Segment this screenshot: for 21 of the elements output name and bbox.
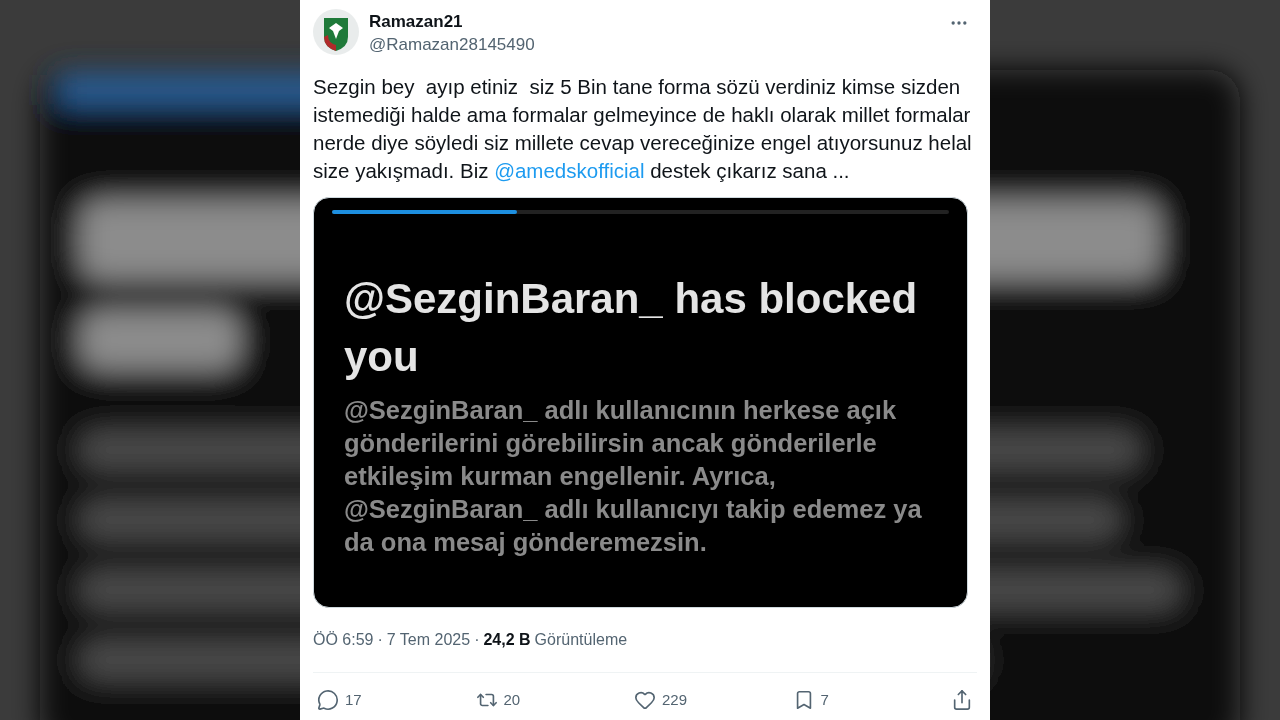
views-label: Görüntüleme	[534, 630, 628, 650]
post-time[interactable]: ÖÖ 6:59	[313, 628, 374, 652]
reply-icon	[317, 689, 339, 712]
blocked-description: @SezginBaran_ adlı kullanıcının herkese açık gönderilerini görebilirsin ancak gönderilerle etkileşim kurman engellenir. Ayrıca, @SezginBaran_ adlı kullanıcıyı takip edemez ya da ona mesaj gönderemezsin.	[344, 395, 923, 558]
like-button[interactable]: 229	[634, 689, 694, 712]
separator-dot: ·	[474, 630, 480, 650]
post-date[interactable]: 7 Tem 2025	[386, 628, 471, 652]
share-button[interactable]	[951, 689, 973, 712]
blocked-heading: @SezginBaran_ has blocked you	[344, 274, 919, 382]
avatar-icon	[313, 9, 359, 55]
view-count: 24,2 B	[483, 630, 531, 650]
heart-icon	[634, 689, 656, 712]
embedded-screenshot[interactable]	[313, 197, 968, 608]
display-name[interactable]: Ramazan21	[369, 11, 939, 33]
tweet-text: Sezgin bey ayıp etiniz siz 5 Bin tane forma sözü verdiniz kimse sizden istemediği halde ama formalar gelmeyince de haklı olarak millet formalar nerde diye söyledi siz millete cevap vereceğinize engel atıyorsunuz helal size yakışmadı. Biz @amedskofficial destek çıkarız sana ...	[313, 74, 973, 184]
bookmark-button[interactable]: 7	[792, 689, 853, 712]
separator-dot: ·	[377, 630, 383, 650]
reply-button[interactable]: 17	[317, 689, 377, 712]
repost-button[interactable]: 20	[475, 689, 536, 712]
share-icon	[951, 689, 973, 712]
user-handle[interactable]: @Ramazan28145490	[369, 33, 939, 57]
